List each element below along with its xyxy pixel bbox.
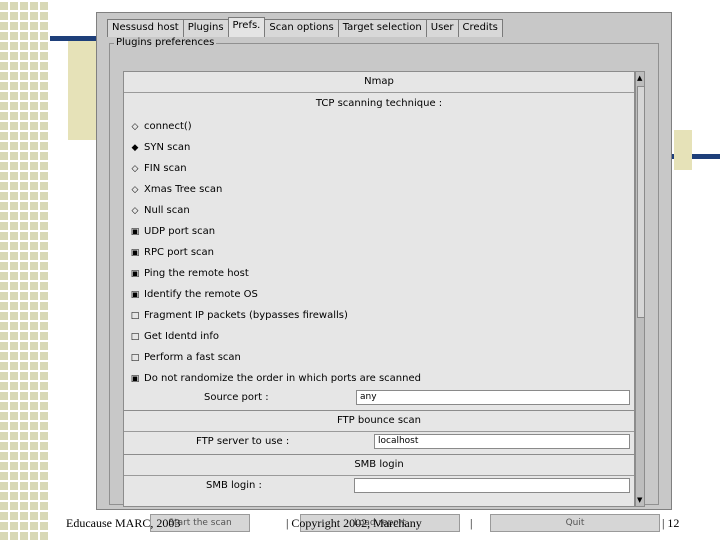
source-port-input[interactable]: any [356, 390, 630, 405]
tab-credits[interactable]: Credits [457, 19, 503, 37]
footer-copyright: | Copyright 2002, Marchany [286, 516, 422, 530]
radio-icon: ◇ [131, 206, 139, 216]
tab-nessusd-host[interactable]: Nessusd host [107, 19, 184, 37]
footer-copyright-text: Copyright 2002, Marchany [291, 516, 422, 530]
checkbox-label: Perform a fast scan [144, 352, 241, 363]
tab-plugins[interactable]: Plugins [182, 19, 229, 37]
source-port-label: Source port : [204, 392, 269, 403]
smb-login-header: SMB login [124, 455, 634, 476]
checkbox-icon: □ [130, 353, 140, 363]
check-get-identd-info[interactable]: □ Get Identd info [130, 330, 219, 344]
slide-stripe-pattern [0, 0, 50, 540]
preferences-scroll-area[interactable]: Nmap TCP scanning technique : ◇ connect()… [123, 71, 635, 507]
ftp-bounce-header: FTP bounce scan [124, 411, 634, 432]
page-number: 12 [667, 516, 680, 530]
radio-icon: ◇ [131, 185, 139, 195]
check-udp-port-scan[interactable]: ▣ UDP port scan [130, 225, 215, 239]
tcp-technique-header: TCP scanning technique : [315, 98, 443, 109]
preferences-scrollbar[interactable]: ▲ ▼ [635, 71, 645, 507]
smb-login-input[interactable] [354, 478, 630, 493]
checkbox-label: Ping the remote host [144, 268, 249, 279]
footer-divider: | [470, 516, 473, 530]
scroll-down-arrow-icon[interactable]: ▼ [637, 496, 642, 504]
radio-selected-icon: ◆ [131, 143, 139, 153]
quit-button[interactable]: Quit [490, 514, 660, 532]
radio-icon: ◇ [131, 164, 139, 174]
checkbox-checked-icon: ▣ [130, 374, 140, 384]
checkbox-label: Get Identd info [144, 331, 219, 342]
checkbox-icon: □ [130, 332, 140, 342]
radio-syn-scan[interactable]: ◆ SYN scan [130, 141, 191, 155]
smb-login-label: SMB login : [206, 480, 262, 491]
check-do-not-randomize[interactable]: ▣ Do not randomize the order in which por… [130, 372, 421, 386]
check-fragment-ip-packets[interactable]: □ Fragment IP packets (bypasses firewalls… [130, 309, 348, 323]
radio-label: FIN scan [144, 163, 187, 174]
radio-xmas-tree-scan[interactable]: ◇ Xmas Tree scan [130, 183, 223, 197]
radio-label: Null scan [144, 205, 190, 216]
radio-label: connect() [144, 121, 192, 132]
nessus-window: Nessusd host Plugins Prefs. Scan options… [96, 12, 672, 510]
check-identify-remote-os[interactable]: ▣ Identify the remote OS [130, 288, 258, 302]
tab-prefs[interactable]: Prefs. [227, 17, 266, 37]
checkbox-label: Fragment IP packets (bypasses firewalls) [144, 310, 348, 321]
radio-null-scan[interactable]: ◇ Null scan [130, 204, 190, 218]
group-title: Plugins preferences [114, 37, 217, 48]
ftp-server-input[interactable]: localhost [374, 434, 630, 449]
tab-scan-options[interactable]: Scan options [264, 19, 339, 37]
tab-target-selection[interactable]: Target selection [337, 19, 427, 37]
footer-page-number: | 12 [662, 516, 680, 530]
checkbox-label: RPC port scan [144, 247, 214, 258]
radio-connect[interactable]: ◇ connect() [130, 120, 192, 134]
check-rpc-port-scan[interactable]: ▣ RPC port scan [130, 246, 214, 260]
tab-bar: Nessusd host Plugins Prefs. Scan options… [107, 17, 503, 37]
checkbox-label: Do not randomize the order in which port… [144, 373, 421, 384]
checkbox-checked-icon: ▣ [130, 227, 140, 237]
footer-event: Educause MARC, 2003 [66, 516, 181, 530]
tab-user[interactable]: User [425, 19, 459, 37]
scroll-up-arrow-icon[interactable]: ▲ [637, 74, 642, 82]
check-fast-scan[interactable]: □ Perform a fast scan [130, 351, 241, 365]
radio-icon: ◇ [131, 122, 139, 132]
slide-decor-box-right [674, 130, 692, 170]
checkbox-checked-icon: ▣ [130, 269, 140, 279]
slide-decor-bar-top [50, 36, 100, 41]
radio-label: Xmas Tree scan [144, 184, 223, 195]
checkbox-icon: □ [130, 311, 140, 321]
nmap-header: Nmap [124, 72, 634, 93]
check-ping-remote-host[interactable]: ▣ Ping the remote host [130, 267, 249, 281]
scrollbar-thumb[interactable] [637, 86, 645, 318]
checkbox-checked-icon: ▣ [130, 248, 140, 258]
radio-fin-scan[interactable]: ◇ FIN scan [130, 162, 187, 176]
radio-label: SYN scan [144, 142, 191, 153]
ftp-server-label: FTP server to use : [196, 436, 290, 447]
checkbox-label: Identify the remote OS [144, 289, 258, 300]
checkbox-label: UDP port scan [144, 226, 216, 237]
checkbox-checked-icon: ▣ [130, 290, 140, 300]
